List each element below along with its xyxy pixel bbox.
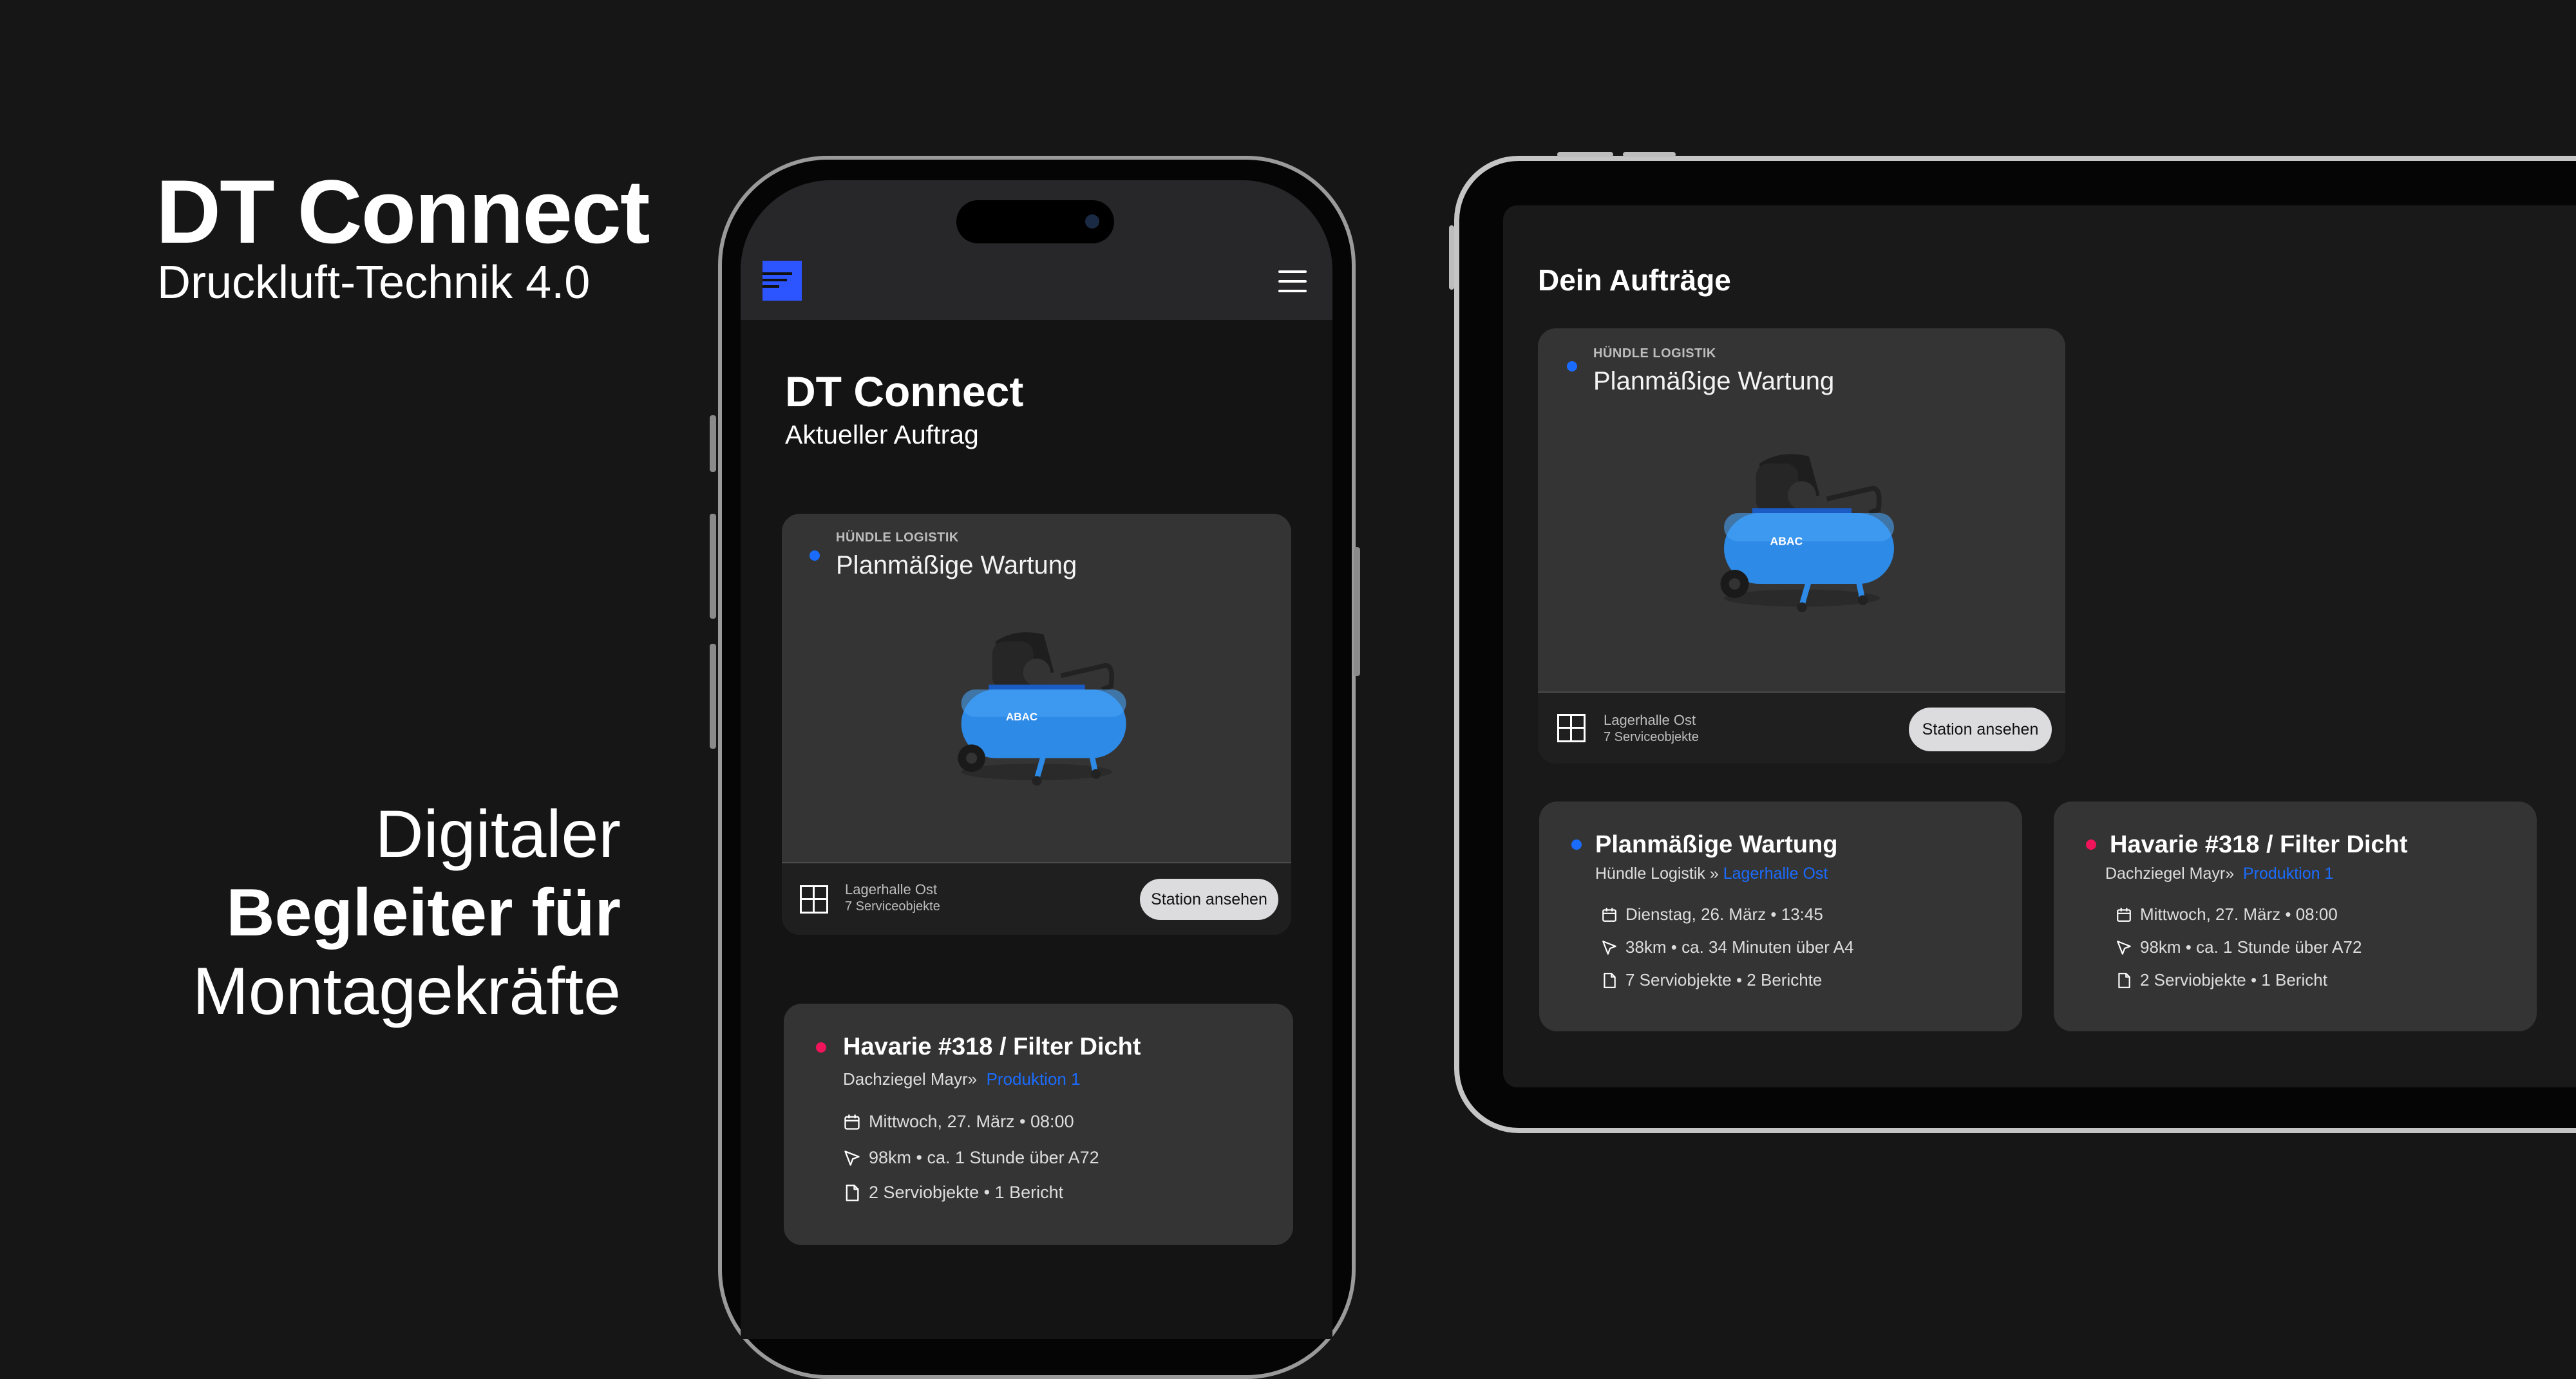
job-objects-text: 2 Serviobjekte • 1 Bericht xyxy=(869,1183,1064,1202)
tagline-line: Montagekräfte xyxy=(193,954,621,1029)
tagline: Digitaler Begleiter für Montagekräfte xyxy=(193,795,621,1031)
status-dot xyxy=(810,550,820,561)
job-objects: 2 Serviobjekte • 1 Bericht xyxy=(2116,970,2327,990)
compressor-image xyxy=(934,623,1140,797)
station-link[interactable]: Produktion 1 xyxy=(987,1069,1081,1089)
job-route: 98km • ca. 1 Stunde über A72 xyxy=(843,1148,1099,1168)
navigation-icon xyxy=(843,1149,861,1167)
job-customer: Hündle Logistik xyxy=(1595,865,1705,883)
station-ansehen-button[interactable]: Station ansehen xyxy=(1140,879,1278,920)
status-dot xyxy=(2086,840,2096,850)
job-objects-text: 7 Serviobjekte • 2 Berichte xyxy=(1625,970,1823,990)
job-customer: Dachziegel Mayr xyxy=(2105,865,2226,883)
navigation-icon xyxy=(1601,939,1618,956)
job-subtitle: Hündle Logistik » Lagerhalle Ost xyxy=(1595,865,1828,883)
job-title: Planmäßige Wartung xyxy=(1593,367,1835,395)
job-customer: HÜNDLE LOGISTIK xyxy=(1593,346,1716,361)
station-link[interactable]: Lagerhalle Ost xyxy=(1723,865,1828,883)
calendar-icon xyxy=(1601,906,1618,923)
status-dot xyxy=(1571,840,1582,850)
phone-volume-up xyxy=(710,514,716,619)
job-title: Havarie #318 / Filter Dicht xyxy=(843,1033,1141,1060)
job-route: 38km • ca. 34 Minuten über A4 xyxy=(1601,937,1854,957)
card-footer: Lagerhalle Ost 7 Serviceobjekte Station … xyxy=(1538,691,2065,764)
job-objects-text: 2 Serviobjekte • 1 Bericht xyxy=(2140,970,2327,990)
phone-screen: DT Connect Aktueller Auftrag HÜNDLE LOGI… xyxy=(741,180,1332,1339)
job-card[interactable]: Planmäßige Wartung Hündle Logistik » Lag… xyxy=(1539,802,2022,1031)
job-title: Planmäßige Wartung xyxy=(836,551,1077,579)
tablet-page-title: Dein Aufträge xyxy=(1538,263,1731,297)
job-date: Mittwoch, 27. März • 08:00 xyxy=(2116,905,2338,924)
document-icon xyxy=(1601,972,1618,989)
job-date-text: Mittwoch, 27. März • 08:00 xyxy=(2140,905,2338,924)
hero-subtitle: Druckluft-Technik 4.0 xyxy=(157,257,591,308)
status-dot xyxy=(1567,361,1577,371)
station-location: Lagerhalle Ost xyxy=(1604,712,1696,728)
job-card[interactable]: Havarie #318 / Filter Dicht Dachziegel M… xyxy=(2054,802,2537,1031)
job-date-text: Dienstag, 26. März • 13:45 xyxy=(1625,905,1823,924)
status-dot xyxy=(816,1042,826,1053)
calendar-icon xyxy=(843,1113,861,1131)
station-location: Lagerhalle Ost xyxy=(845,881,938,897)
station-grid-icon xyxy=(800,885,828,914)
job-title: Havarie #318 / Filter Dicht xyxy=(2110,831,2408,858)
job-title: Planmäßige Wartung xyxy=(1595,831,1838,858)
job-card[interactable]: Havarie #318 / Filter Dicht Dachziegel M… xyxy=(784,1004,1293,1245)
station-link[interactable]: Produktion 1 xyxy=(2243,865,2333,883)
breadcrumb-separator: » xyxy=(967,1069,978,1089)
job-objects: 2 Serviobjekte • 1 Bericht xyxy=(843,1183,1063,1203)
compressor-image xyxy=(1696,444,1908,624)
job-route-text: 98km • ca. 1 Stunde über A72 xyxy=(869,1148,1099,1167)
job-date-text: Mittwoch, 27. März • 08:00 xyxy=(869,1112,1074,1131)
tablet-button xyxy=(1623,152,1676,157)
current-job-card[interactable]: HÜNDLE LOGISTIK Planmäßige Wartung Lager… xyxy=(782,514,1291,935)
navigation-icon xyxy=(2116,939,2132,956)
document-icon xyxy=(2116,972,2132,989)
station-objects: 7 Serviceobjekte xyxy=(1604,730,1699,744)
page-title: DT Connect xyxy=(785,368,1024,415)
tagline-line: Digitaler xyxy=(375,797,621,872)
job-customer: Dachziegel Mayr xyxy=(843,1069,968,1089)
job-date: Mittwoch, 27. März • 08:00 xyxy=(843,1112,1074,1132)
job-objects: 7 Serviobjekte • 2 Berichte xyxy=(1601,970,1822,990)
card-footer: Lagerhalle Ost 7 Serviceobjekte Station … xyxy=(782,862,1291,935)
job-route-text: 98km • ca. 1 Stunde über A72 xyxy=(2140,937,2362,957)
tablet-side-button xyxy=(1449,225,1454,290)
dynamic-island xyxy=(956,200,1114,243)
breadcrumb-separator: » xyxy=(1709,865,1719,883)
station-ansehen-button[interactable]: Station ansehen xyxy=(1909,708,2052,751)
job-customer: HÜNDLE LOGISTIK xyxy=(836,530,959,545)
job-date: Dienstag, 26. März • 13:45 xyxy=(1601,905,1823,924)
calendar-icon xyxy=(2116,906,2132,923)
page-subtitle: Aktueller Auftrag xyxy=(785,420,979,449)
phone-power-button xyxy=(1354,547,1360,676)
station-grid-icon xyxy=(1557,714,1586,742)
breadcrumb-separator: » xyxy=(2225,865,2235,883)
hero-title: DT Connect xyxy=(156,161,650,262)
job-route-text: 38km • ca. 34 Minuten über A4 xyxy=(1625,937,1854,957)
job-subtitle: Dachziegel Mayr» Produktion 1 xyxy=(2105,865,2333,883)
tagline-line-bold: Begleiter für xyxy=(226,876,621,950)
phone-volume-down xyxy=(710,644,716,749)
tablet-current-job-card[interactable]: HÜNDLE LOGISTIK Planmäßige Wartung Lager… xyxy=(1538,328,2065,764)
hamburger-menu-icon[interactable] xyxy=(1278,270,1307,294)
phone-side-button xyxy=(710,415,716,472)
dt-logo-icon[interactable] xyxy=(762,261,802,301)
station-objects: 7 Serviceobjekte xyxy=(845,899,940,914)
tablet-button xyxy=(1557,152,1613,157)
job-subtitle: Dachziegel Mayr» Produktion 1 xyxy=(843,1069,1081,1089)
camera-icon xyxy=(1085,214,1099,229)
document-icon xyxy=(843,1184,861,1202)
job-route: 98km • ca. 1 Stunde über A72 xyxy=(2116,937,2362,957)
